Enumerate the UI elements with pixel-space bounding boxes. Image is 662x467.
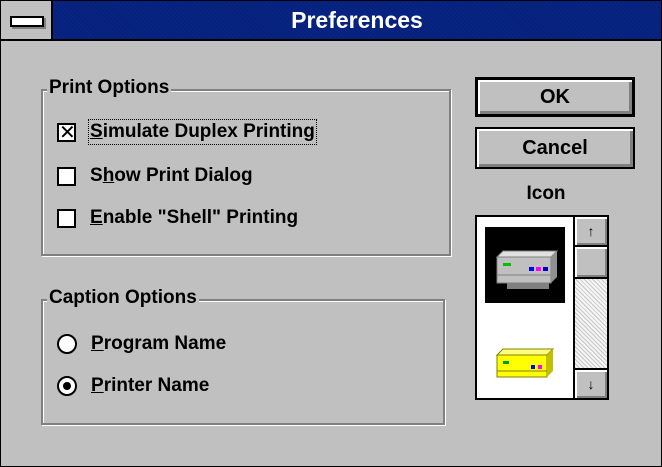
enable-shell-printing-checkbox[interactable]: Enable "Shell" Printing [57, 203, 298, 233]
scroll-up-arrow-icon[interactable]: ↑ [575, 217, 607, 247]
checkbox-label: Simulate Duplex Printing [88, 119, 317, 145]
checkbox-label: Show Print Dialog [90, 165, 253, 186]
icon-item-printer-yellow[interactable] [485, 321, 565, 397]
icon-label: Icon [526, 183, 566, 204]
title-bar[interactable]: Preferences [1, 1, 661, 41]
scroll-thumb[interactable] [575, 247, 607, 279]
window-title: Preferences [291, 7, 423, 33]
preferences-dialog: Preferences Print Options ✕ Simulate Dup… [0, 0, 662, 467]
printer-gray-icon [495, 250, 559, 289]
radio-label: Printer Name [91, 375, 210, 396]
checkbox-label: Enable "Shell" Printing [90, 207, 299, 228]
ok-button[interactable]: OK [475, 77, 635, 117]
caption-options-legend: Caption Options [47, 287, 199, 309]
cancel-button[interactable]: Cancel [475, 127, 635, 169]
system-menu-icon [10, 16, 44, 27]
radio-selected-dot [63, 382, 71, 390]
scroll-down-arrow-icon[interactable]: ↓ [575, 368, 607, 398]
checkbox-box[interactable] [57, 166, 76, 186]
checkbox-box[interactable] [57, 208, 76, 228]
icon-scrollbar[interactable]: ↑ ↓ [573, 217, 607, 398]
system-menu-button[interactable] [1, 1, 53, 39]
icon-item-printer-gray[interactable] [485, 227, 565, 303]
icon-listbox[interactable]: ↑ ↓ [475, 215, 609, 400]
radio-button[interactable] [57, 376, 77, 396]
printer-name-radio[interactable]: Printer Name [57, 371, 209, 401]
icon-list-items [477, 217, 573, 398]
program-name-radio[interactable]: Program Name [57, 329, 226, 359]
radio-label: Program Name [91, 333, 227, 354]
check-mark-icon: ✕ [59, 121, 76, 144]
caption-options-group: Caption Options Program Name Printer Nam… [41, 287, 445, 425]
show-print-dialog-checkbox[interactable]: Show Print Dialog [57, 161, 253, 191]
radio-button[interactable] [57, 334, 77, 354]
checkbox-box[interactable]: ✕ [57, 121, 76, 144]
print-options-legend: Print Options [47, 77, 172, 99]
printer-yellow-icon [495, 348, 555, 378]
print-options-group: Print Options ✕ Simulate Duplex Printing… [41, 77, 451, 256]
simulate-duplex-checkbox[interactable]: ✕ Simulate Duplex Printing [57, 117, 317, 147]
